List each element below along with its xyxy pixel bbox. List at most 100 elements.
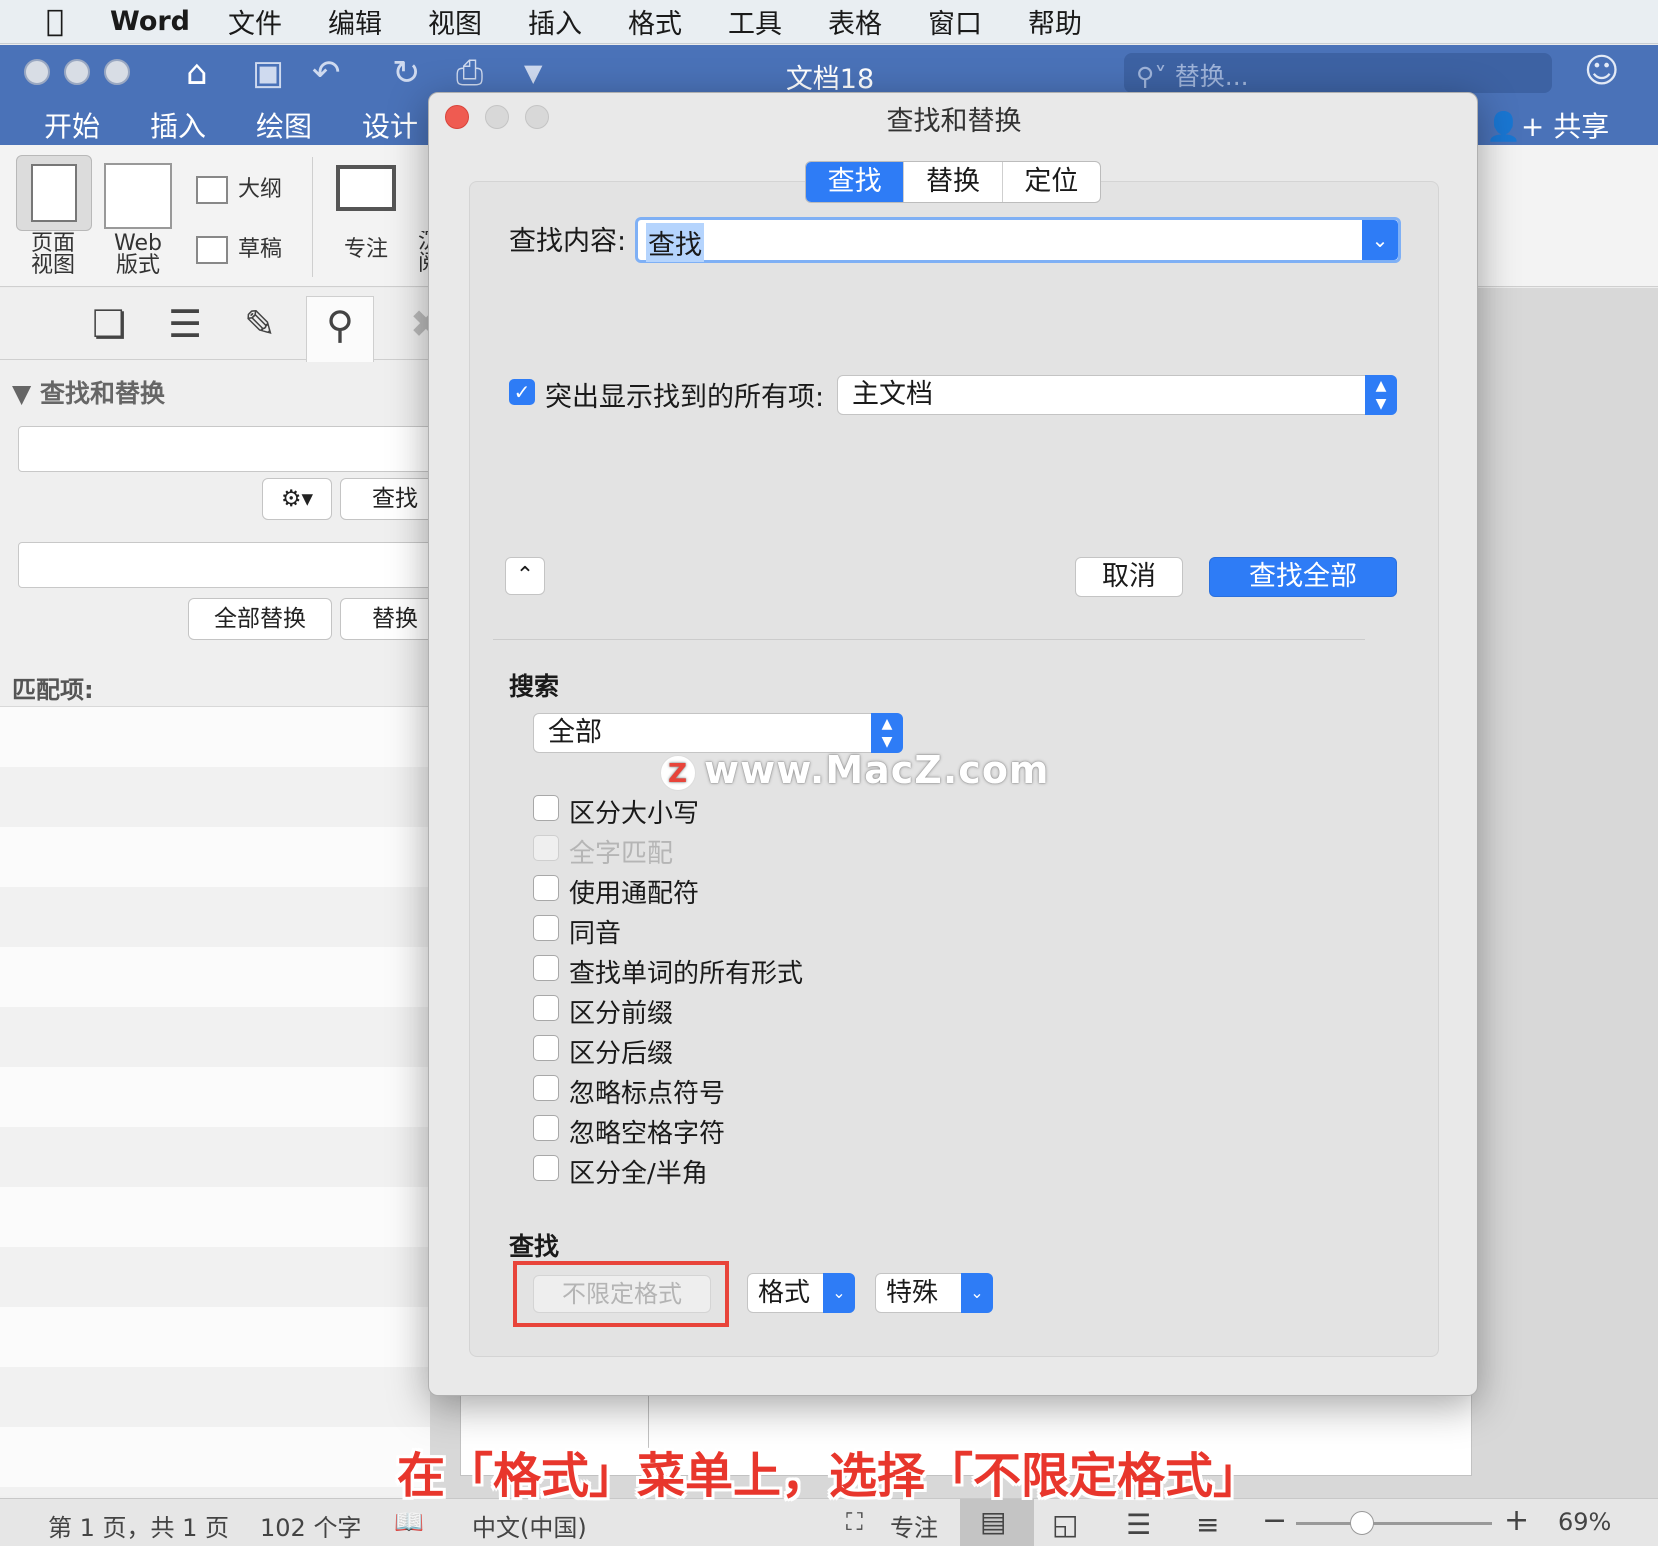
chevron-down-icon: ⌄ bbox=[823, 1273, 855, 1313]
window-close-button[interactable] bbox=[24, 59, 50, 85]
tab-replace[interactable]: 替换 bbox=[904, 162, 1003, 202]
home-icon[interactable]: ⌂ bbox=[186, 53, 208, 93]
ignore-whitespace-checkbox[interactable] bbox=[533, 1115, 559, 1141]
highlight-annotation-box bbox=[513, 1261, 729, 1327]
ribbon-tab-insert[interactable]: 插入 bbox=[150, 105, 206, 145]
ribbon-tab-draw[interactable]: 绘图 bbox=[256, 105, 312, 145]
match-width-checkbox[interactable] bbox=[533, 1155, 559, 1181]
apple-logo-icon[interactable]:  bbox=[0, 4, 110, 39]
menu-item-table[interactable]: 表格 bbox=[828, 2, 882, 41]
menu-item-edit[interactable]: 编辑 bbox=[328, 2, 382, 41]
customize-toolbar-icon[interactable]: ▼ bbox=[524, 59, 542, 87]
search-options-button[interactable]: ⚙▾ bbox=[262, 478, 332, 520]
match-width-label: 区分全/半角 bbox=[569, 1159, 708, 1189]
zoom-slider[interactable] bbox=[1296, 1522, 1492, 1525]
menu-bar:  Word 文件 编辑 视图 插入 格式 工具 表格 窗口 帮助 bbox=[0, 0, 1658, 44]
outline-icon bbox=[196, 176, 228, 204]
document-title: 文档18 bbox=[785, 64, 875, 95]
draft-view-icon[interactable]: ≡ bbox=[1196, 1508, 1219, 1541]
dialog-divider bbox=[493, 639, 1365, 640]
find-all-button[interactable]: 查找全部 bbox=[1209, 557, 1397, 597]
zoom-level[interactable]: 69% bbox=[1558, 1508, 1611, 1536]
collapse-options-button[interactable]: ⌃ bbox=[505, 557, 545, 595]
word-count[interactable]: 102 个字 bbox=[260, 1508, 361, 1543]
window-minimize-button[interactable] bbox=[64, 59, 90, 85]
web-layout-view-icon[interactable]: ◱ bbox=[1052, 1508, 1078, 1541]
outline-label: 大纲 bbox=[238, 177, 283, 202]
draft-button[interactable]: 草稿 bbox=[196, 231, 282, 264]
ribbon-tab-home[interactable]: 开始 bbox=[44, 105, 100, 145]
edit-document-icon[interactable]: ✎ bbox=[244, 302, 276, 346]
match-case-checkbox[interactable] bbox=[533, 795, 559, 821]
focus-mode-icon[interactable]: ⛶ bbox=[846, 1508, 863, 1536]
focus-label[interactable]: 专注 bbox=[344, 231, 388, 263]
menu-item-window[interactable]: 窗口 bbox=[928, 2, 982, 41]
tab-find[interactable]: 查找 bbox=[806, 162, 905, 202]
tutorial-caption: 在「格式」菜单上，选择「不限定格式」 bbox=[396, 1448, 1261, 1504]
outline-view-icon[interactable]: ☰ bbox=[1126, 1508, 1151, 1541]
menu-item-format[interactable]: 格式 bbox=[628, 2, 682, 41]
outline-button[interactable]: 大纲 bbox=[196, 171, 282, 204]
search-placeholder: 替换... bbox=[1174, 62, 1249, 91]
zoom-slider-knob[interactable] bbox=[1350, 1511, 1374, 1535]
find-replace-section-title: 查找和替换 bbox=[39, 379, 165, 408]
wildcards-checkbox[interactable] bbox=[533, 875, 559, 901]
special-menu-button[interactable]: 特殊 ⌄ bbox=[875, 1273, 993, 1313]
zoom-in-icon[interactable]: + bbox=[1504, 1503, 1529, 1538]
print-layout-view-button[interactable]: ▤ bbox=[960, 1499, 1034, 1546]
navigation-pane: ❏ ☰ ✎ ⚲ ✖ ▼ 查找和替换 ⚙▾ 查找 全部替换 替换 匹配项: bbox=[0, 288, 450, 1498]
menu-item-help[interactable]: 帮助 bbox=[1028, 2, 1082, 41]
highlight-scope-select[interactable]: 主文档 ▲ ▼ bbox=[837, 375, 1397, 415]
match-suffix-checkbox[interactable] bbox=[533, 1035, 559, 1061]
save-icon[interactable]: ▣ bbox=[252, 53, 284, 93]
window-zoom-button[interactable] bbox=[104, 59, 130, 85]
search-direction-select[interactable]: 全部 ▲ ▼ bbox=[533, 713, 903, 753]
page-view-button[interactable] bbox=[16, 155, 92, 231]
print-icon[interactable]: ⎙ bbox=[456, 53, 483, 93]
redo-icon[interactable]: ↻ bbox=[392, 53, 421, 93]
find-what-value[interactable]: 查找 bbox=[646, 223, 704, 262]
page-info[interactable]: 第 1 页，共 1 页 bbox=[48, 1508, 229, 1543]
tab-goto[interactable]: 定位 bbox=[1003, 162, 1100, 202]
menu-item-insert[interactable]: 插入 bbox=[528, 2, 582, 41]
zoom-out-icon[interactable]: − bbox=[1262, 1503, 1287, 1538]
pane-search-input[interactable] bbox=[18, 426, 438, 472]
search-field[interactable]: ⚲˅ 替换... bbox=[1124, 53, 1552, 93]
match-case-label: 区分大小写 bbox=[569, 799, 700, 829]
watermark-text: www.MacZ.com bbox=[704, 748, 1050, 792]
sounds-like-checkbox[interactable] bbox=[533, 915, 559, 941]
find-replace-section[interactable]: ▼ 查找和替换 bbox=[12, 374, 165, 410]
draft-label: 草稿 bbox=[238, 237, 283, 262]
highlight-all-checkbox[interactable]: ✓ bbox=[509, 379, 535, 405]
find-what-combobox[interactable]: 查找 ⌄ bbox=[635, 217, 1401, 263]
menu-item-tools[interactable]: 工具 bbox=[728, 2, 782, 41]
format-menu-button[interactable]: 格式 ⌄ bbox=[747, 1273, 855, 1313]
menu-item-view[interactable]: 视图 bbox=[428, 2, 482, 41]
web-layout-label[interactable]: Web 版式 bbox=[104, 233, 172, 277]
all-word-forms-checkbox[interactable] bbox=[533, 955, 559, 981]
outline-list-icon[interactable]: ☰ bbox=[168, 302, 202, 346]
focus-icon[interactable] bbox=[336, 165, 396, 211]
ribbon-tab-design[interactable]: 设计 bbox=[362, 105, 418, 145]
ignore-punctuation-checkbox[interactable] bbox=[533, 1075, 559, 1101]
pane-replace-input[interactable] bbox=[18, 542, 438, 588]
checkmark-icon: ✓ bbox=[513, 380, 531, 404]
page-view-label: 页面 视图 bbox=[30, 231, 75, 278]
language[interactable]: 中文(中国) bbox=[472, 1508, 587, 1543]
menu-item-file[interactable]: 文件 bbox=[228, 2, 282, 41]
thumbnails-icon[interactable]: ❏ bbox=[92, 302, 126, 346]
share-label: 共享 bbox=[1553, 110, 1610, 143]
page-view-icon bbox=[31, 164, 77, 222]
search-tab-icon[interactable]: ⚲ bbox=[306, 296, 374, 362]
undo-icon[interactable]: ↶ bbox=[312, 53, 341, 93]
web-layout-icon[interactable] bbox=[104, 163, 172, 229]
matches-list[interactable] bbox=[0, 706, 430, 1496]
focus-mode-label[interactable]: 专注 bbox=[890, 1508, 938, 1543]
cancel-button[interactable]: 取消 bbox=[1075, 557, 1183, 597]
feedback-smiley-icon[interactable]: ☺ bbox=[1584, 51, 1619, 91]
proofing-icon[interactable]: 📖 bbox=[394, 1508, 424, 1536]
match-prefix-checkbox[interactable] bbox=[533, 995, 559, 1021]
menu-app-name[interactable]: Word bbox=[110, 6, 190, 37]
find-history-dropdown[interactable]: ⌄ bbox=[1362, 220, 1398, 260]
replace-all-button[interactable]: 全部替换 bbox=[188, 598, 332, 640]
